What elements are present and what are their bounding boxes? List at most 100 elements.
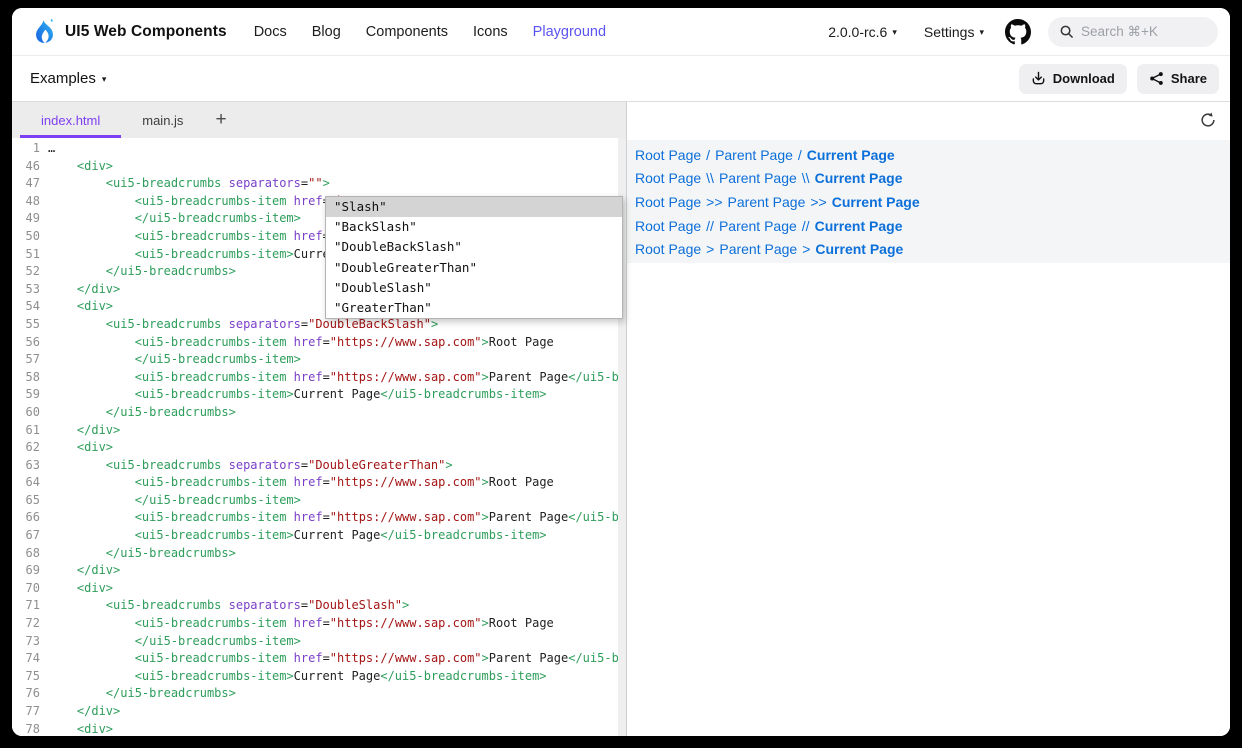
line-number: 47 [12, 175, 48, 193]
breadcrumb-current: Current Page [815, 170, 903, 186]
line-number: 49 [12, 210, 48, 228]
code-line-60: 60 </ui5-breadcrumbs> [12, 404, 618, 422]
code-line-74: 74 <ui5-breadcrumbs-item href="https://w… [12, 650, 618, 668]
share-button[interactable]: Share [1137, 64, 1219, 94]
refresh-button[interactable] [1199, 111, 1217, 129]
caret-down-icon: ▾ [892, 27, 897, 38]
line-number: 68 [12, 545, 48, 563]
line-number: 70 [12, 580, 48, 598]
breadcrumb-separator: > [797, 241, 815, 257]
github-link[interactable] [1005, 19, 1031, 45]
settings-label: Settings [924, 24, 975, 40]
caret-down-icon: ▾ [979, 27, 984, 38]
preview-canvas: Root Page/Parent Page/Current PageRoot P… [627, 140, 1230, 263]
line-number: 56 [12, 334, 48, 352]
line-number: 46 [12, 158, 48, 176]
tab-index-html[interactable]: index.html [20, 102, 121, 138]
playground-main: index.htmlmain.js+ 1…46 <div>47 <ui5-bre… [12, 102, 1230, 736]
breadcrumb-separator: \\ [797, 170, 815, 186]
breadcrumb-current: Current Page [832, 194, 920, 210]
line-number: 67 [12, 527, 48, 545]
line-number: 53 [12, 281, 48, 299]
breadcrumb-link[interactable]: Root Page [635, 194, 701, 210]
autocomplete-option[interactable]: "DoubleBackSlash" [326, 237, 622, 257]
nav-link-docs[interactable]: Docs [254, 24, 287, 40]
line-number: 71 [12, 597, 48, 615]
version-label: 2.0.0-rc.6 [828, 24, 887, 40]
line-number: 50 [12, 228, 48, 246]
line-number: 1 [12, 140, 48, 158]
line-number: 57 [12, 351, 48, 369]
code-line-57: 57 </ui5-breadcrumbs-item> [12, 351, 618, 369]
line-number: 59 [12, 386, 48, 404]
line-number: 77 [12, 703, 48, 721]
line-number: 65 [12, 492, 48, 510]
breadcrumb-row: Root Page//Parent Page//Current Page [635, 214, 1230, 238]
download-icon [1031, 71, 1046, 86]
share-icon [1149, 71, 1164, 86]
breadcrumb-separator: / [701, 147, 715, 163]
download-button[interactable]: Download [1019, 64, 1127, 94]
nav-link-playground[interactable]: Playground [533, 24, 606, 40]
line-number: 66 [12, 509, 48, 527]
share-label: Share [1171, 71, 1207, 86]
line-number: 61 [12, 422, 48, 440]
nav-links: Docs Blog Components Icons Playground [254, 24, 606, 40]
caret-down-icon: ▾ [102, 74, 107, 85]
breadcrumb-separator: // [701, 218, 719, 234]
autocomplete-option[interactable]: "GreaterThan" [326, 298, 622, 318]
breadcrumb-link[interactable]: Parent Page [715, 147, 793, 163]
examples-dropdown[interactable]: Examples ▾ [30, 70, 106, 87]
breadcrumb-separator: \\ [701, 170, 719, 186]
code-line-67: 67 <ui5-breadcrumbs-item>Current Page</u… [12, 527, 618, 545]
code-line-63: 63 <ui5-breadcrumbs separators="DoubleGr… [12, 457, 618, 475]
breadcrumb-link[interactable]: Parent Page [728, 194, 806, 210]
breadcrumb-link[interactable]: Parent Page [719, 241, 797, 257]
editor-tabbar: index.htmlmain.js+ [12, 102, 626, 138]
line-number: 75 [12, 668, 48, 686]
preview-toolbar [627, 102, 1230, 138]
tab-main-js[interactable]: main.js [121, 102, 204, 138]
new-tab-button[interactable]: + [204, 102, 237, 138]
line-number: 52 [12, 263, 48, 281]
line-number: 78 [12, 721, 48, 736]
line-number: 54 [12, 298, 48, 316]
autocomplete-popup: "Slash""BackSlash""DoubleBackSlash""Doub… [325, 196, 623, 319]
code-line-76: 76 </ui5-breadcrumbs> [12, 685, 618, 703]
breadcrumb-row: Root Page\\Parent Page\\Current Page [635, 167, 1230, 191]
code-line-1: 1… [12, 140, 618, 158]
autocomplete-option[interactable]: "DoubleGreaterThan" [326, 258, 622, 278]
breadcrumb-link[interactable]: Parent Page [719, 170, 797, 186]
breadcrumb-link[interactable]: Root Page [635, 147, 701, 163]
breadcrumb-link[interactable]: Parent Page [719, 218, 797, 234]
settings-dropdown[interactable]: Settings ▾ [924, 24, 984, 40]
ui5-flame-logo-icon[interactable] [30, 18, 57, 45]
nav-link-icons[interactable]: Icons [473, 24, 508, 40]
line-number: 48 [12, 193, 48, 211]
version-dropdown[interactable]: 2.0.0-rc.6 ▾ [828, 24, 897, 40]
search-input[interactable]: Search ⌘+K [1048, 17, 1218, 47]
breadcrumb-link[interactable]: Root Page [635, 241, 701, 257]
breadcrumb-link[interactable]: Root Page [635, 218, 701, 234]
line-number: 55 [12, 316, 48, 334]
breadcrumb-link[interactable]: Root Page [635, 170, 701, 186]
code-line-69: 69 </div> [12, 562, 618, 580]
breadcrumb-separator: / [793, 147, 807, 163]
nav-link-components[interactable]: Components [366, 24, 448, 40]
browser-viewport: UI5 Web Components Docs Blog Components Ico… [12, 8, 1230, 736]
breadcrumb-row: Root Page>>Parent Page>>Current Page [635, 190, 1230, 214]
breadcrumb-separator: >> [805, 194, 831, 210]
autocomplete-option[interactable]: "BackSlash" [326, 217, 622, 237]
nav-link-blog[interactable]: Blog [312, 24, 341, 40]
line-number: 63 [12, 457, 48, 475]
code-line-73: 73 </ui5-breadcrumbs-item> [12, 633, 618, 651]
code-line-62: 62 <div> [12, 439, 618, 457]
breadcrumb-current: Current Page [815, 218, 903, 234]
code-line-59: 59 <ui5-breadcrumbs-item>Current Page</u… [12, 386, 618, 404]
line-number: 72 [12, 615, 48, 633]
breadcrumb-separator: // [797, 218, 815, 234]
autocomplete-option[interactable]: "Slash" [326, 197, 622, 217]
brand-title[interactable]: UI5 Web Components [65, 23, 227, 41]
code-line-70: 70 <div> [12, 580, 618, 598]
autocomplete-option[interactable]: "DoubleSlash" [326, 278, 622, 298]
